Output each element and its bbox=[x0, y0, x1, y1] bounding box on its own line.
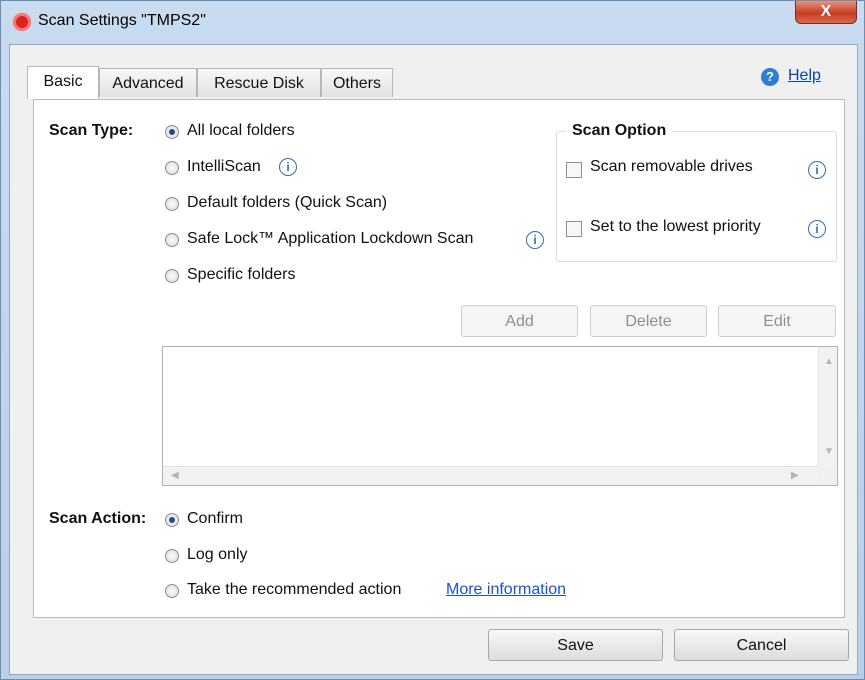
vertical-scrollbar[interactable]: ▲ ▼ bbox=[818, 347, 837, 468]
save-button[interactable]: Save bbox=[488, 629, 663, 661]
edit-folder-button[interactable]: Edit bbox=[718, 305, 836, 337]
add-folder-button[interactable]: Add bbox=[461, 305, 578, 337]
scan-type-safe-lock-radio[interactable] bbox=[165, 233, 179, 247]
scan-settings-window: Scan Settings "TMPS2" X Basic Advanced R… bbox=[0, 0, 865, 680]
scroll-right-icon[interactable]: ▶ bbox=[791, 471, 799, 481]
scan-type-specific-folders-radio[interactable] bbox=[165, 269, 179, 283]
lowest-priority-checkbox[interactable] bbox=[566, 221, 582, 237]
scan-option-title: Scan Option bbox=[566, 122, 673, 140]
help-icon[interactable]: ? bbox=[761, 68, 779, 86]
close-button[interactable]: X bbox=[795, 1, 857, 24]
scrollbar-corner bbox=[819, 467, 837, 485]
more-information-link[interactable]: More information bbox=[446, 581, 566, 599]
tab-others[interactable]: Others bbox=[321, 68, 393, 97]
safe-lock-info-icon[interactable]: i bbox=[526, 231, 544, 249]
scan-type-safe-lock-label: Safe Lock™ Application Lockdown Scan bbox=[187, 230, 474, 247]
scan-type-default-folders-label: Default folders (Quick Scan) bbox=[187, 194, 388, 211]
delete-folder-button[interactable]: Delete bbox=[590, 305, 707, 337]
scan-removable-drives-label: Scan removable drives bbox=[590, 158, 753, 175]
tab-advanced[interactable]: Advanced bbox=[99, 68, 197, 97]
app-icon bbox=[13, 13, 31, 31]
title-bar: Scan Settings "TMPS2" X bbox=[1, 1, 864, 41]
tab-basic[interactable]: Basic bbox=[27, 66, 99, 99]
scan-action-confirm-radio[interactable] bbox=[165, 513, 179, 527]
scan-type-all-local-radio[interactable] bbox=[165, 125, 179, 139]
scan-action-recommended-label: Take the recommended action bbox=[187, 581, 402, 598]
scroll-left-icon[interactable]: ◀ bbox=[171, 471, 179, 481]
help-link[interactable]: Help bbox=[788, 67, 821, 85]
specific-folders-list[interactable]: ▲ ▼ ◀ ▶ bbox=[162, 346, 838, 486]
scan-action-log-only-radio[interactable] bbox=[165, 549, 179, 563]
scan-action-recommended-radio[interactable] bbox=[165, 584, 179, 598]
scan-type-default-folders-radio[interactable] bbox=[165, 197, 179, 211]
scan-option-group bbox=[556, 131, 837, 262]
scan-type-all-local-label: All local folders bbox=[187, 122, 295, 139]
lowest-priority-info-icon[interactable]: i bbox=[808, 220, 826, 238]
scan-removable-drives-checkbox[interactable] bbox=[566, 162, 582, 178]
scan-action-log-only-label: Log only bbox=[187, 546, 248, 563]
tab-rescue-disk[interactable]: Rescue Disk bbox=[197, 68, 321, 97]
intelliscan-info-icon[interactable]: i bbox=[279, 158, 297, 176]
scroll-down-icon[interactable]: ▼ bbox=[824, 447, 834, 457]
scan-type-intelliscan-label: IntelliScan bbox=[187, 158, 261, 175]
scroll-up-icon[interactable]: ▲ bbox=[824, 357, 834, 367]
lowest-priority-label: Set to the lowest priority bbox=[590, 218, 761, 235]
cancel-button[interactable]: Cancel bbox=[674, 629, 849, 661]
scan-action-label: Scan Action: bbox=[49, 510, 147, 527]
scan-type-label: Scan Type: bbox=[49, 122, 134, 139]
window-title: Scan Settings "TMPS2" bbox=[38, 12, 206, 29]
horizontal-scrollbar[interactable]: ◀ ▶ bbox=[163, 466, 819, 485]
scan-type-intelliscan-radio[interactable] bbox=[165, 161, 179, 175]
scan-action-confirm-label: Confirm bbox=[187, 510, 244, 527]
scan-type-specific-folders-label: Specific folders bbox=[187, 266, 296, 283]
removable-drives-info-icon[interactable]: i bbox=[808, 161, 826, 179]
